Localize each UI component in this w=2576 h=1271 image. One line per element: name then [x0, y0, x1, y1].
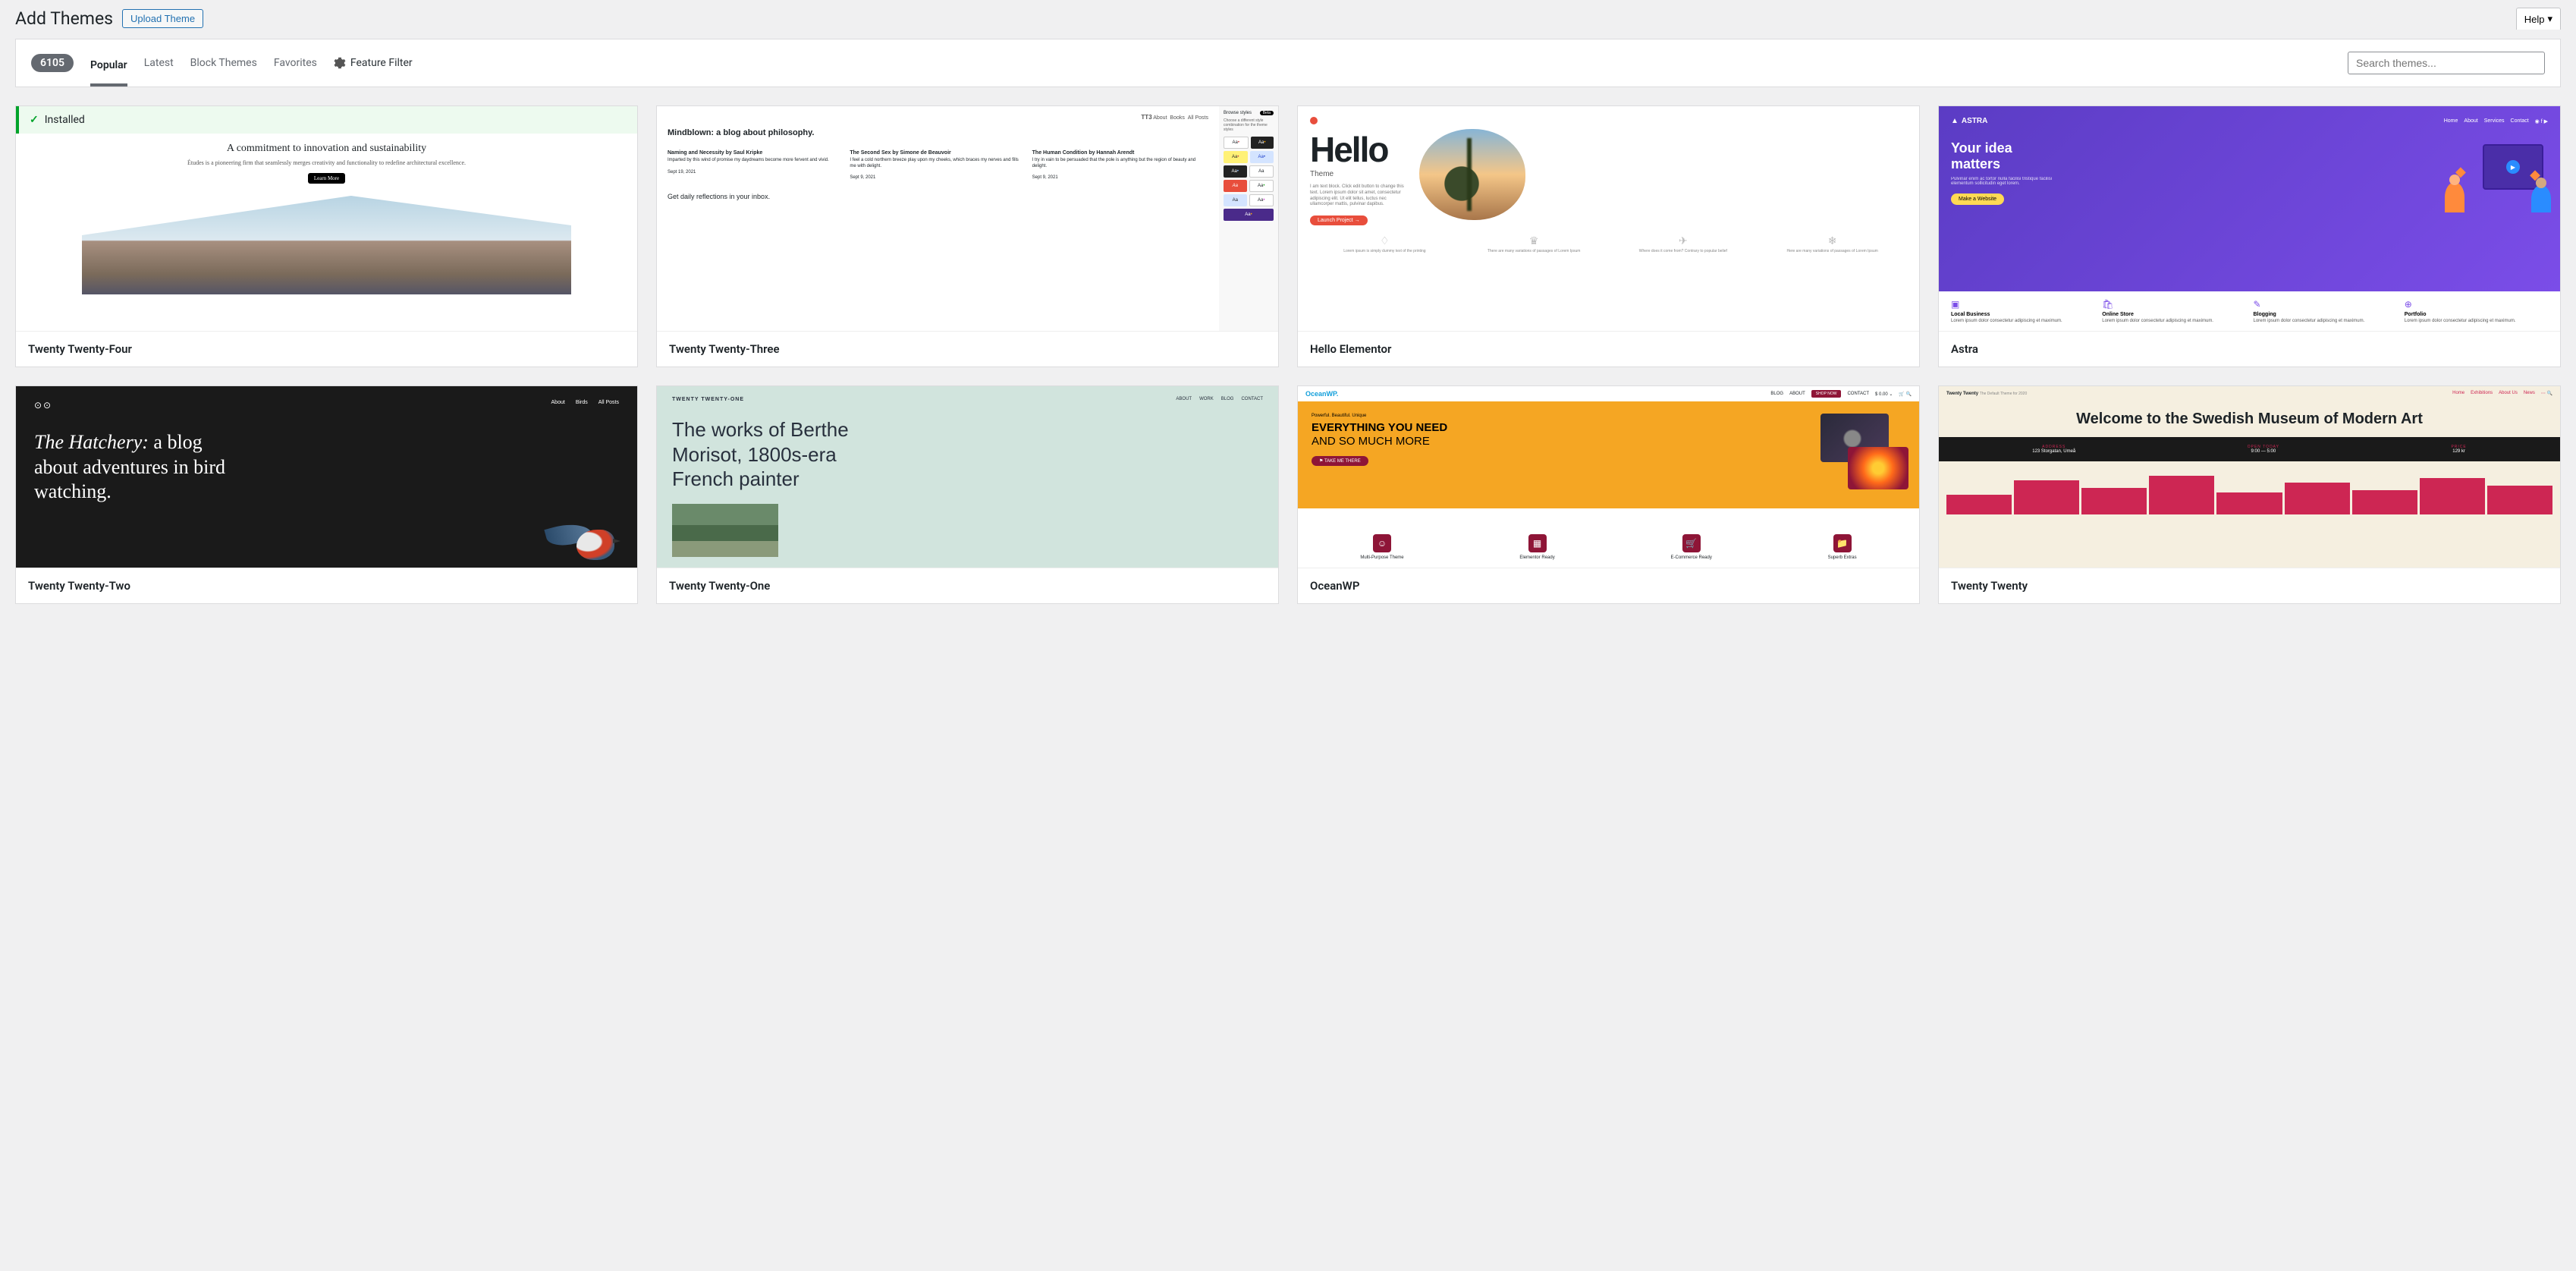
feature-filter-button[interactable]: Feature Filter: [334, 57, 413, 69]
installed-banner: ✓ Installed: [16, 106, 637, 134]
gear-icon: [334, 57, 346, 69]
theme-thumbnail: TWENTY TWENTY-ONE ABOUTWORKBLOGCONTACT T…: [657, 386, 1278, 568]
theme-thumbnail: ⊙⊙ AboutBirdsAll Posts The Hatchery: a b…: [16, 386, 637, 568]
theme-card-astra[interactable]: ASTRA HomeAboutServicesContact◉ f ▶ Your…: [1938, 105, 2561, 367]
theme-name: Twenty Twenty-One: [657, 568, 1278, 603]
theme-card-hello-elementor[interactable]: Hello Theme I am text block. Click edit …: [1297, 105, 1920, 367]
theme-card-twenty-twenty-three[interactable]: TT3 About Books All Posts Mindblown: a b…: [656, 105, 1279, 367]
search-input[interactable]: [2348, 52, 2545, 74]
theme-card-oceanwp[interactable]: OceanWP. BLOGABOUTSHOP NOWCONTACT$ 0.00 …: [1297, 385, 1920, 604]
themes-grid: ✓ Installed A commitment to innovation a…: [15, 105, 2561, 604]
filter-block-themes[interactable]: Block Themes: [190, 52, 257, 74]
theme-name: Hello Elementor: [1298, 331, 1919, 367]
chevron-down-icon: ▾: [2547, 13, 2552, 25]
theme-thumbnail: A commitment to innovation and sustainab…: [16, 134, 637, 331]
page-title: Add Themes: [15, 8, 113, 29]
theme-card-twenty-twenty-four[interactable]: ✓ Installed A commitment to innovation a…: [15, 105, 638, 367]
theme-thumbnail: Twenty Twenty The Default Theme for 2020…: [1939, 386, 2560, 568]
theme-card-twenty-twenty-two[interactable]: ⊙⊙ AboutBirdsAll Posts The Hatchery: a b…: [15, 385, 638, 604]
theme-count: 6105: [31, 54, 74, 72]
theme-name: Twenty Twenty-Four: [16, 331, 637, 367]
page-header: Add Themes Upload Theme Help ▾: [15, 8, 2561, 30]
theme-card-twenty-twenty[interactable]: Twenty Twenty The Default Theme for 2020…: [1938, 385, 2561, 604]
search-box: [2348, 52, 2545, 74]
filter-favorites[interactable]: Favorites: [274, 52, 317, 74]
filter-popular[interactable]: Popular: [90, 55, 127, 87]
filter-bar: 6105 Popular Latest Block Themes Favorit…: [15, 39, 2561, 87]
theme-name: Twenty Twenty-Two: [16, 568, 637, 603]
theme-thumbnail: TT3 About Books All Posts Mindblown: a b…: [657, 106, 1278, 331]
theme-name: OceanWP: [1298, 568, 1919, 603]
filter-latest[interactable]: Latest: [144, 52, 174, 74]
theme-thumbnail: ASTRA HomeAboutServicesContact◉ f ▶ Your…: [1939, 106, 2560, 331]
help-tab[interactable]: Help ▾: [2516, 8, 2561, 30]
upload-theme-button[interactable]: Upload Theme: [122, 9, 203, 28]
theme-name: Twenty Twenty: [1939, 568, 2560, 603]
theme-name: Twenty Twenty-Three: [657, 331, 1278, 367]
theme-name: Astra: [1939, 331, 2560, 367]
theme-card-twenty-twenty-one[interactable]: TWENTY TWENTY-ONE ABOUTWORKBLOGCONTACT T…: [656, 385, 1279, 604]
theme-thumbnail: Hello Theme I am text block. Click edit …: [1298, 106, 1919, 331]
theme-thumbnail: OceanWP. BLOGABOUTSHOP NOWCONTACT$ 0.00 …: [1298, 386, 1919, 568]
check-icon: ✓: [30, 114, 39, 126]
